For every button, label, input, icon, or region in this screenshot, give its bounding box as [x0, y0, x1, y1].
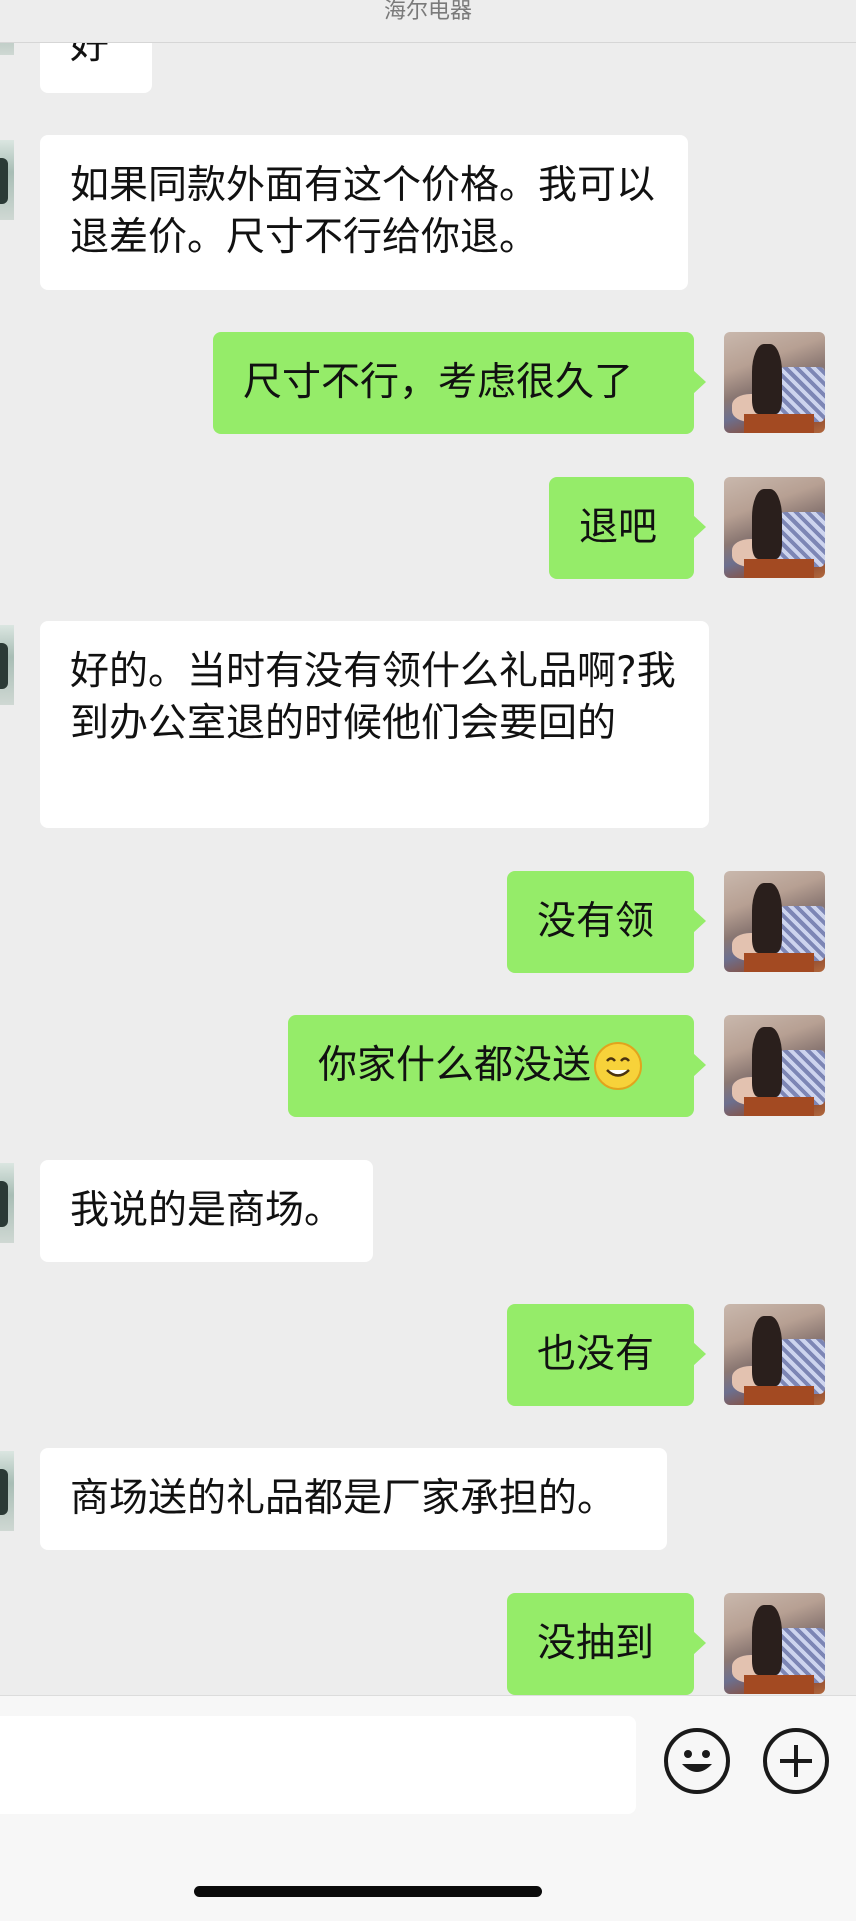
chat-title: 海尔电器	[383, 0, 472, 24]
message-bubble-outgoing[interactable]: 没有领	[507, 871, 706, 973]
emoji-button[interactable]	[664, 1728, 730, 1794]
message-text: 尺寸不行，考虑很久了	[243, 360, 634, 405]
message-text: 好的。当时有没有领什么礼品啊?我到办公室退的时候他们会要回的	[70, 649, 676, 746]
chat-header: 海尔电器	[0, 0, 856, 43]
message-input[interactable]	[0, 1716, 636, 1814]
contact-avatar[interactable]	[0, 625, 14, 705]
message-text-content: 你家什么都没送	[318, 1043, 592, 1088]
message-bubble-outgoing[interactable]: 退吧	[549, 477, 706, 579]
message-text: 没抽到	[537, 1621, 655, 1666]
message-bubble-incoming[interactable]: 商场送的礼品都是厂家承担的。	[40, 1448, 667, 1550]
message-text: 没有领	[537, 899, 655, 944]
message-bubble-outgoing[interactable]: 没抽到	[507, 1593, 706, 1695]
message-text: 你家什么都没送	[318, 1040, 664, 1092]
message-text: 也没有	[537, 1332, 655, 1377]
user-avatar[interactable]	[724, 871, 825, 972]
chat-area[interactable]: 好 如果同款外面有这个价格。我可以退差价。尺寸不行给你退。 尺寸不行，考虑很久了…	[0, 0, 856, 1695]
contact-avatar[interactable]	[0, 1451, 14, 1531]
message-bubble-incoming[interactable]: 如果同款外面有这个价格。我可以退差价。尺寸不行给你退。	[40, 135, 688, 290]
message-bubble-incoming[interactable]: 我说的是商场。	[40, 1160, 373, 1262]
message-bubble-outgoing[interactable]: 也没有	[507, 1304, 706, 1406]
user-avatar[interactable]	[724, 1593, 825, 1694]
user-avatar[interactable]	[724, 332, 825, 433]
smile-face-icon	[682, 1750, 712, 1772]
contact-avatar[interactable]	[0, 140, 14, 220]
contact-avatar[interactable]	[0, 1163, 14, 1243]
user-avatar[interactable]	[724, 1015, 825, 1116]
smiling-emoji-icon	[594, 1042, 643, 1090]
user-avatar[interactable]	[724, 477, 825, 578]
message-bubble-incoming[interactable]: 好的。当时有没有领什么礼品啊?我到办公室退的时候他们会要回的	[40, 621, 709, 828]
message-text: 我说的是商场。	[70, 1188, 344, 1233]
message-text: 如果同款外面有这个价格。我可以退差价。尺寸不行给你退。	[70, 163, 656, 260]
plus-circle-icon	[780, 1745, 812, 1777]
input-bar	[0, 1695, 856, 1921]
user-avatar[interactable]	[724, 1304, 825, 1405]
message-bubble-outgoing[interactable]: 尺寸不行，考虑很久了	[213, 332, 706, 434]
more-button[interactable]	[763, 1728, 829, 1794]
message-bubble-outgoing[interactable]: 你家什么都没送	[288, 1015, 706, 1117]
message-text: 商场送的礼品都是厂家承担的。	[70, 1476, 617, 1521]
message-text: 退吧	[579, 505, 658, 550]
home-indicator[interactable]	[194, 1886, 542, 1897]
